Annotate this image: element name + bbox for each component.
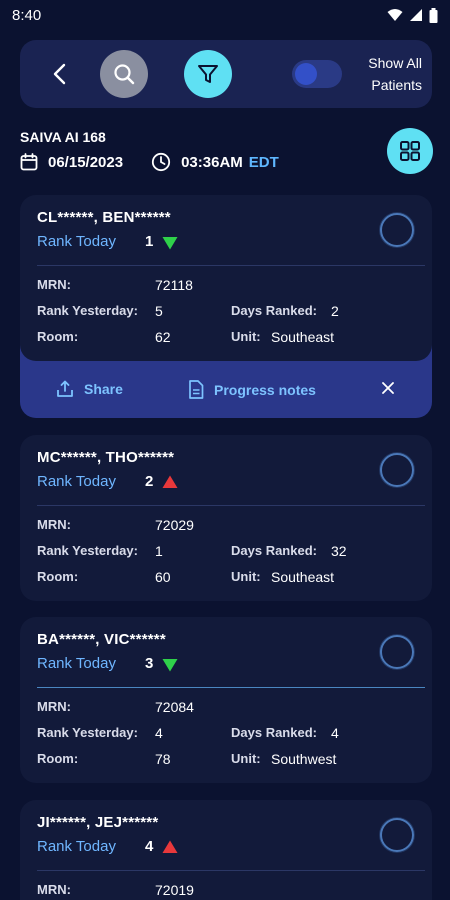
patient-card[interactable]: CL******, BEN****** Rank Today 1 MRN: 72… — [20, 195, 432, 361]
mrn-label: MRN: — [37, 517, 71, 532]
report-timezone: EDT — [248, 153, 279, 171]
room-label: Room: — [37, 329, 79, 344]
share-icon — [57, 380, 73, 397]
patient-name: CL******, BEN****** — [37, 209, 171, 226]
card-divider — [37, 687, 425, 688]
select-patient-radio[interactable] — [380, 818, 414, 852]
calendar-icon — [20, 153, 38, 171]
filter-icon — [198, 65, 218, 83]
rank-today-value: 2 — [145, 473, 154, 490]
mrn-label: MRN: — [37, 882, 71, 897]
grid-icon — [400, 141, 420, 161]
mrn-value: 72019 — [155, 882, 194, 898]
progress-notes-label: Progress notes — [214, 381, 316, 398]
rank-yesterday-value: 5 — [155, 303, 163, 319]
days-ranked-value: 2 — [331, 303, 339, 319]
search-button[interactable] — [100, 50, 148, 98]
mrn-value: 72118 — [155, 277, 193, 293]
close-actions-button[interactable] — [378, 378, 398, 398]
clock-icon — [151, 152, 171, 172]
rank-up-icon — [162, 475, 178, 488]
room-value: 78 — [155, 751, 171, 767]
rank-today-value: 3 — [145, 655, 154, 672]
close-icon — [382, 382, 394, 394]
unit-label: Unit: — [231, 329, 261, 344]
progress-notes-button[interactable]: Progress notes — [188, 380, 316, 399]
patient-name: MC******, THO****** — [37, 449, 175, 466]
days-ranked-value: 32 — [331, 543, 347, 559]
rank-yesterday-label: Rank Yesterday: — [37, 543, 138, 558]
patient-card[interactable]: BA******, VIC****** Rank Today 3 MRN: 72… — [20, 617, 432, 783]
unit-value: Southeast — [271, 569, 335, 585]
share-label: Share — [84, 381, 123, 397]
rank-yesterday-label: Rank Yesterday: — [37, 725, 138, 740]
mrn-label: MRN: — [37, 277, 71, 292]
unit-value: Southwest — [271, 751, 337, 767]
status-bar: 8:40 — [0, 0, 450, 30]
back-button[interactable] — [44, 58, 74, 90]
rank-today-label: Rank Today — [37, 233, 116, 250]
rank-today-label: Rank Today — [37, 473, 116, 490]
rank-today-value: 1 — [145, 233, 154, 250]
days-ranked-label: Days Ranked: — [231, 303, 317, 318]
rank-yesterday-value: 4 — [155, 725, 163, 741]
room-value: 62 — [155, 329, 171, 345]
toggle-knob — [295, 63, 317, 85]
card-divider — [37, 505, 425, 506]
days-ranked-label: Days Ranked: — [231, 725, 317, 740]
mrn-value: 72084 — [155, 699, 194, 715]
select-patient-radio[interactable] — [380, 213, 414, 247]
card-divider — [37, 870, 425, 871]
select-patient-radio[interactable] — [380, 635, 414, 669]
battery-icon — [429, 7, 438, 23]
facility-name: SAIVA AI 168 — [20, 129, 106, 145]
back-arrow-icon — [53, 63, 66, 85]
days-ranked-label: Days Ranked: — [231, 543, 317, 558]
filter-button[interactable] — [184, 50, 232, 98]
share-button[interactable]: Share — [56, 380, 123, 398]
rank-today-value: 4 — [145, 838, 154, 855]
room-label: Room: — [37, 569, 79, 584]
unit-value: Southeast — [271, 329, 335, 345]
toggle-label-line2: Patients — [371, 77, 422, 93]
patient-name: JI******, JEJ****** — [37, 814, 159, 831]
rank-yesterday-label: Rank Yesterday: — [37, 303, 138, 318]
patient-name: BA******, VIC****** — [37, 631, 166, 648]
show-all-patients-label: Show All Patients — [342, 52, 422, 96]
document-icon — [189, 380, 204, 399]
rank-down-icon — [162, 659, 178, 672]
status-icons — [387, 7, 438, 23]
room-value: 60 — [155, 569, 171, 585]
cellular-icon — [410, 9, 422, 21]
grid-view-button[interactable] — [387, 128, 433, 174]
rank-down-icon — [162, 237, 178, 250]
unit-label: Unit: — [231, 751, 261, 766]
unit-label: Unit: — [231, 569, 261, 584]
patient-card[interactable]: MC******, THO****** Rank Today 2 MRN: 72… — [20, 435, 432, 601]
room-label: Room: — [37, 751, 79, 766]
date-time-row: 06/15/2023 03:36AM EDT — [20, 150, 279, 174]
search-icon — [114, 64, 135, 85]
rank-yesterday-value: 1 — [155, 543, 163, 559]
wifi-icon — [387, 9, 403, 21]
rank-today-label: Rank Today — [37, 655, 116, 672]
select-patient-radio[interactable] — [380, 453, 414, 487]
status-time: 8:40 — [12, 6, 42, 24]
toggle-label-line1: Show All — [368, 55, 422, 71]
mrn-value: 72029 — [155, 517, 194, 533]
report-date: 06/15/2023 — [48, 153, 124, 171]
rank-today-label: Rank Today — [37, 838, 116, 855]
days-ranked-value: 4 — [331, 725, 339, 741]
show-all-patients-toggle[interactable] — [292, 60, 342, 88]
card-divider — [37, 265, 425, 266]
toolbar: Show All Patients — [20, 40, 432, 108]
mrn-label: MRN: — [37, 699, 71, 714]
report-time: 03:36AM — [181, 153, 243, 171]
rank-up-icon — [162, 840, 178, 853]
patient-card[interactable]: JI******, JEJ****** Rank Today 4 MRN: 72… — [20, 800, 432, 900]
